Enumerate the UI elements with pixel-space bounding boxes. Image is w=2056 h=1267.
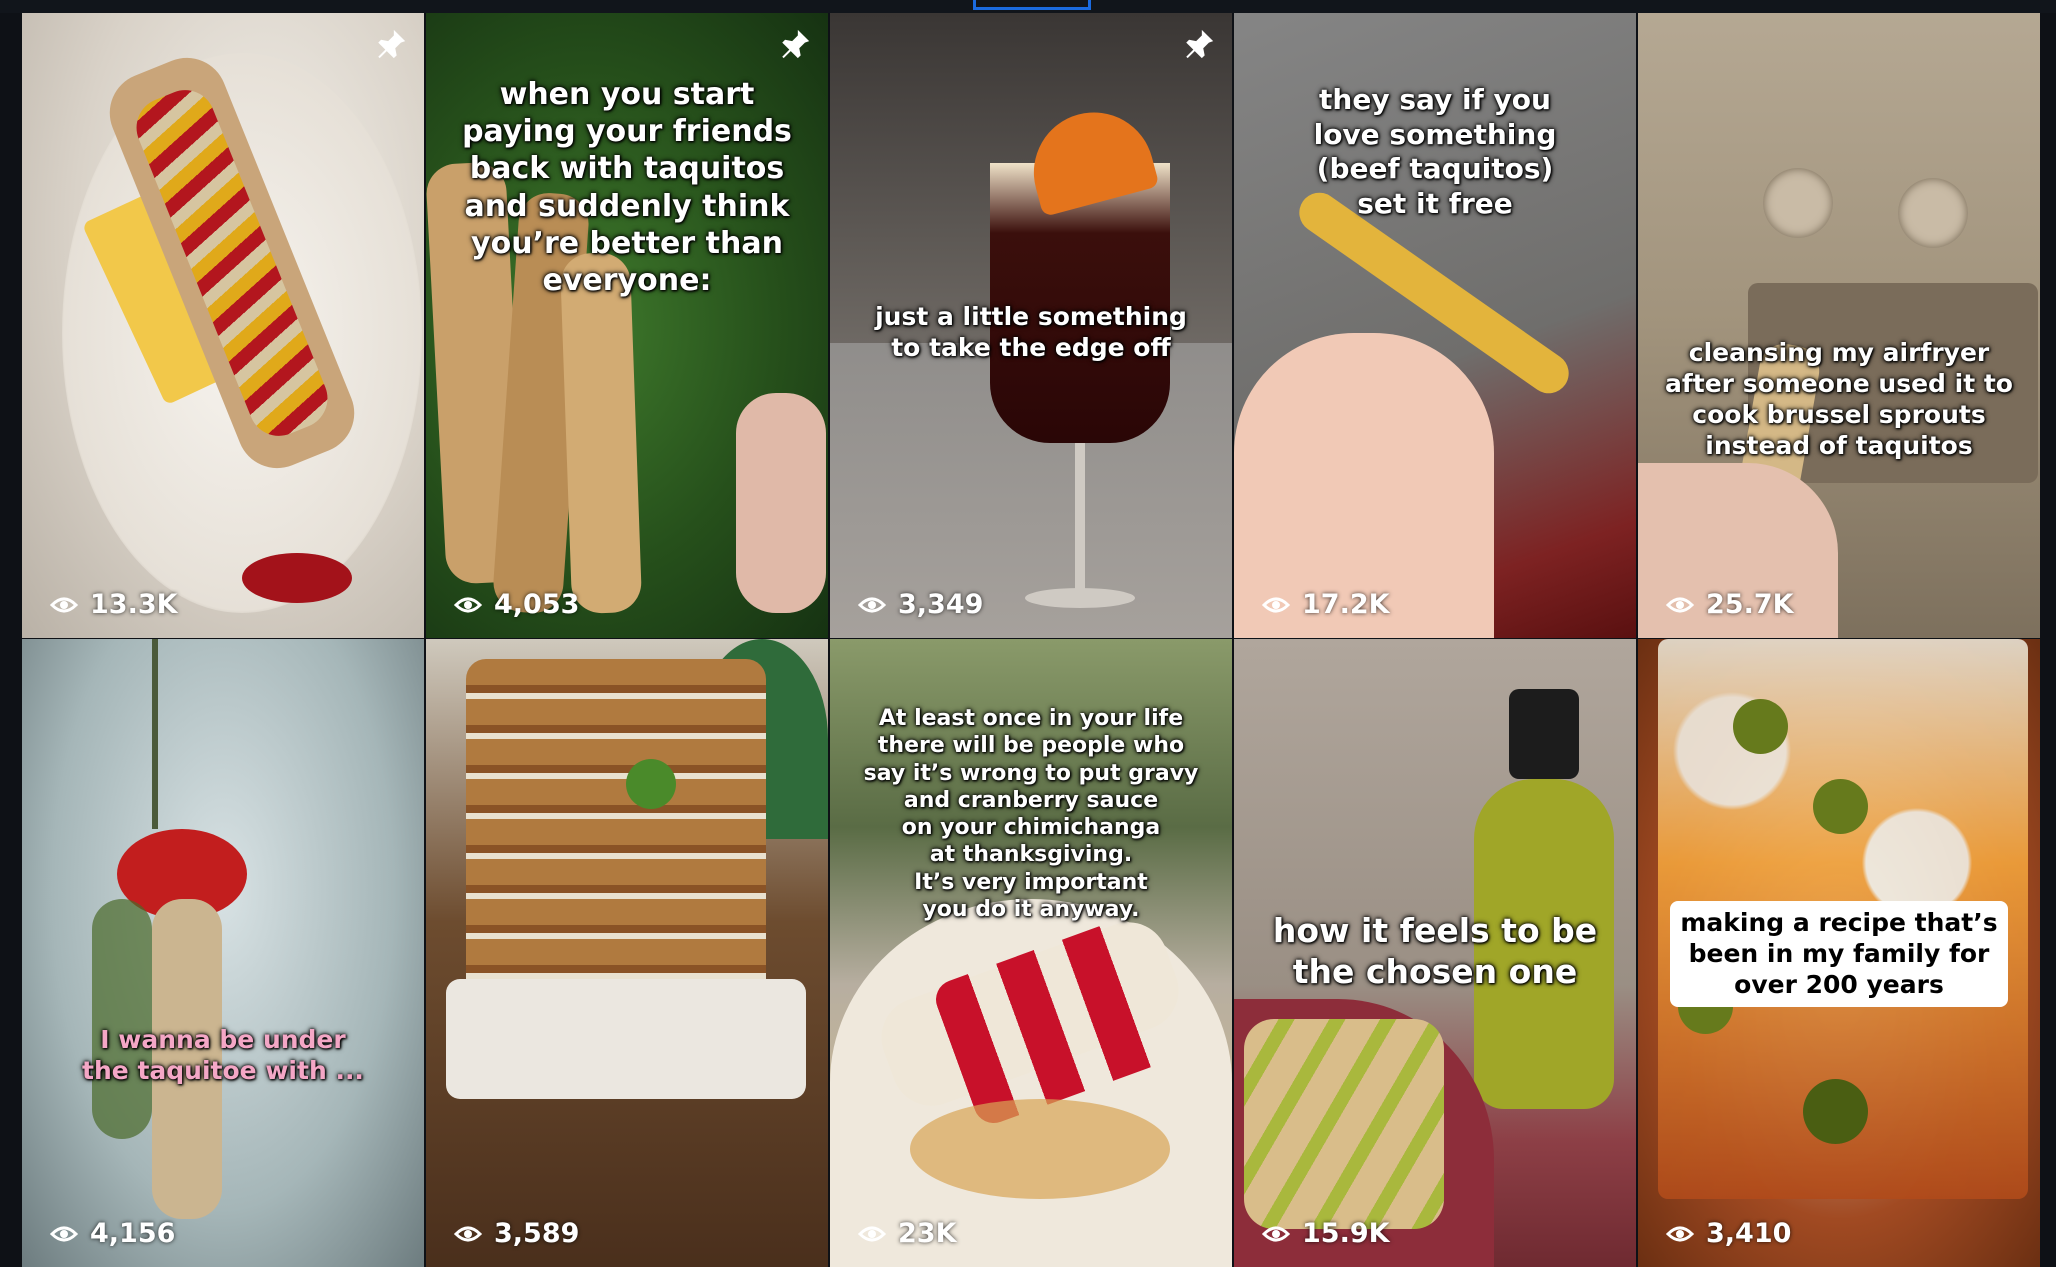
eye-icon	[1666, 597, 1694, 612]
pin-icon	[378, 29, 406, 59]
video-thumbnail	[22, 639, 424, 1267]
video-caption: when you start paying your friends back …	[462, 77, 792, 298]
view-count-value: 15.9K	[1302, 1218, 1390, 1249]
view-count-value: 3,589	[494, 1218, 580, 1249]
view-count: 23K	[858, 1218, 957, 1249]
eye-icon	[1666, 1226, 1694, 1241]
view-count-value: 4,053	[494, 589, 580, 620]
video-tile-4[interactable]: they say if you love something (beef taq…	[1234, 13, 1636, 638]
video-caption: cleansing my airfryer after someone used…	[1665, 338, 2013, 460]
view-count-value: 23K	[898, 1218, 957, 1249]
eye-icon	[858, 597, 886, 612]
video-tile-8[interactable]: At least once in your life there will be…	[830, 639, 1232, 1267]
pin-icon	[782, 29, 810, 59]
video-tile-6[interactable]: I wanna be under the taquitoe with ... 4…	[22, 639, 424, 1267]
view-count-value: 17.2K	[1302, 589, 1390, 620]
view-count-value: 13.3K	[90, 589, 178, 620]
eye-icon	[454, 1226, 482, 1241]
eye-icon	[454, 597, 482, 612]
video-tile-5[interactable]: cleansing my airfryer after someone used…	[1638, 13, 2040, 638]
video-tile-10[interactable]: making a recipe that’s been in my family…	[1638, 639, 2040, 1267]
view-count-value: 25.7K	[1706, 589, 1794, 620]
video-caption: how it feels to be the chosen one	[1272, 911, 1598, 991]
view-count: 15.9K	[1262, 1218, 1390, 1249]
view-count: 25.7K	[1666, 589, 1794, 620]
video-caption: At least once in your life there will be…	[863, 706, 1199, 922]
video-tile-3[interactable]: just a little something to take the edge…	[830, 13, 1232, 638]
top-bar	[0, 0, 2056, 13]
video-caption: I wanna be under the taquitoe with ...	[82, 1025, 364, 1085]
view-count: 13.3K	[50, 589, 178, 620]
video-tile-7[interactable]: 3,589	[426, 639, 828, 1267]
view-count-value: 3,349	[898, 589, 984, 620]
video-tile-1[interactable]: 13.3K	[22, 13, 424, 638]
video-thumbnail	[22, 13, 424, 638]
eye-icon	[1262, 597, 1290, 612]
video-grid: 13.3K when you start paying your friends…	[22, 13, 2046, 1267]
eye-icon	[858, 1226, 886, 1241]
video-thumbnail	[426, 639, 828, 1267]
view-count: 4,053	[454, 589, 579, 620]
video-caption: they say if you love something (beef taq…	[1313, 83, 1557, 221]
eye-icon	[1262, 1226, 1290, 1241]
eye-icon	[50, 597, 78, 612]
view-count: 3,410	[1666, 1218, 1791, 1249]
pin-icon	[1186, 29, 1214, 59]
active-tab-indicator	[973, 0, 1091, 10]
caption-box: making a recipe that’s been in my family…	[1670, 900, 2008, 1007]
view-count: 3,589	[454, 1218, 579, 1249]
eye-icon	[50, 1226, 78, 1241]
view-count-value: 4,156	[90, 1218, 176, 1249]
video-caption: just a little something to take the edge…	[875, 302, 1187, 362]
video-caption: making a recipe that’s been in my family…	[1638, 881, 2040, 1007]
video-thumbnail	[1638, 13, 2040, 638]
video-tile-2[interactable]: when you start paying your friends back …	[426, 13, 828, 638]
video-tile-9[interactable]: how it feels to be the chosen one 15.9K	[1234, 639, 1636, 1267]
view-count-value: 3,410	[1706, 1218, 1792, 1249]
view-count: 4,156	[50, 1218, 175, 1249]
view-count: 17.2K	[1262, 589, 1390, 620]
view-count: 3,349	[858, 589, 983, 620]
